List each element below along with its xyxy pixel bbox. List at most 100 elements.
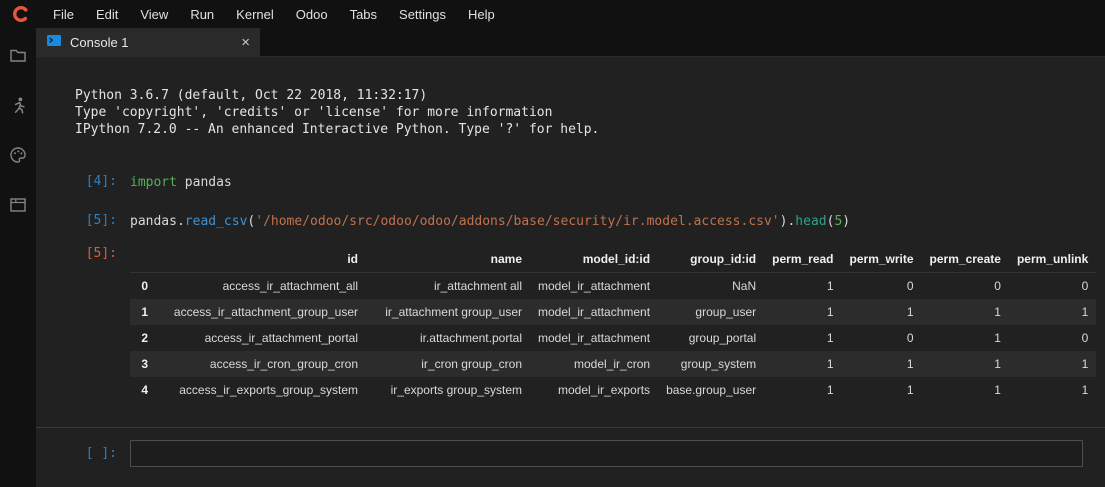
open-tabs-icon[interactable] xyxy=(3,188,33,222)
jupyterlab-window: FileEditViewRunKernelOdooTabsSettingsHel… xyxy=(0,0,1105,487)
table-cell: base.group_user xyxy=(658,377,764,403)
row-index-cell: 1 xyxy=(130,299,156,325)
console-panel: Python 3.6.7 (default, Oct 22 2018, 11:3… xyxy=(36,57,1105,487)
table-header-row: idnamemodel_id:idgroup_id:idperm_readper… xyxy=(130,246,1096,273)
table-cell: 1 xyxy=(922,299,1009,325)
input-prompt: [ ]: xyxy=(36,446,130,461)
table-cell: 1 xyxy=(1009,377,1096,403)
table-cell: access_ir_attachment_portal xyxy=(156,325,366,351)
table-cell: access_ir_cron_group_cron xyxy=(156,351,366,377)
table-cell: access_ir_attachment_all xyxy=(156,273,366,300)
table-row: 3access_ir_cron_group_cronir_cron group_… xyxy=(130,351,1096,377)
table-cell: ir_cron group_cron xyxy=(366,351,530,377)
table-cell: group_portal xyxy=(658,325,764,351)
column-header-perm-write: perm_write xyxy=(842,246,922,273)
dataframe-output: idnamemodel_id:idgroup_id:idperm_readper… xyxy=(130,246,1096,403)
column-header-perm-unlink: perm_unlink xyxy=(1009,246,1096,273)
table-cell: 1 xyxy=(764,325,841,351)
menu-item-help[interactable]: Help xyxy=(457,0,506,28)
table-cell: 1 xyxy=(922,351,1009,377)
table-row: 0access_ir_attachment_allir_attachment a… xyxy=(130,273,1096,300)
dataframe-table: idnamemodel_id:idgroup_id:idperm_readper… xyxy=(130,246,1096,403)
code-token: pandas. xyxy=(130,214,185,229)
row-index-cell: 4 xyxy=(130,377,156,403)
column-header-name: name xyxy=(366,246,530,273)
table-cell: 0 xyxy=(1009,325,1096,351)
menu-item-view[interactable]: View xyxy=(129,0,179,28)
tab-console-1[interactable]: Console 1 × xyxy=(36,28,260,56)
console-cell: [5]:pandas.read_csv('/home/odoo/src/odoo… xyxy=(36,213,1105,230)
table-cell: 1 xyxy=(842,351,922,377)
code-token: ). xyxy=(780,214,796,229)
table-row: 1access_ir_attachment_group_userir_attac… xyxy=(130,299,1096,325)
row-index-cell: 3 xyxy=(130,351,156,377)
menu-item-edit[interactable]: Edit xyxy=(85,0,129,28)
input-divider xyxy=(36,427,1105,428)
command-palette-icon[interactable] xyxy=(3,138,33,172)
column-header-group-id-id: group_id:id xyxy=(658,246,764,273)
code-token: ) xyxy=(842,214,850,229)
table-cell: 1 xyxy=(922,377,1009,403)
row-index-cell: 0 xyxy=(130,273,156,300)
code-line: import pandas xyxy=(130,174,232,191)
table-cell: model_ir_cron xyxy=(530,351,658,377)
column-header-perm-create: perm_create xyxy=(922,246,1009,273)
tab-bar: Console 1 × xyxy=(36,28,1105,57)
table-cell: 0 xyxy=(842,273,922,300)
table-cell: ir_exports group_system xyxy=(366,377,530,403)
table-cell: 1 xyxy=(1009,351,1096,377)
banner-line: IPython 7.2.0 -- An enhanced Interactive… xyxy=(75,121,1105,138)
table-cell: model_ir_attachment xyxy=(530,273,658,300)
window-body: Console 1 × Python 3.6.7 (default, Oct 2… xyxy=(0,28,1105,487)
table-cell: NaN xyxy=(658,273,764,300)
main-area: Console 1 × Python 3.6.7 (default, Oct 2… xyxy=(36,28,1105,487)
console-icon xyxy=(46,33,62,51)
code-line: pandas.read_csv('/home/odoo/src/odoo/odo… xyxy=(130,213,850,230)
table-cell: model_ir_attachment xyxy=(530,299,658,325)
console-cells: [4]:import pandas [5]:pandas.read_csv('/h… xyxy=(36,152,1105,230)
cell-input-prompt: [4]: xyxy=(36,174,130,189)
code-token: import xyxy=(130,175,177,190)
menu-item-odoo[interactable]: Odoo xyxy=(285,0,339,28)
tab-close-icon[interactable]: × xyxy=(241,35,250,50)
column-header-model-id-id: model_id:id xyxy=(530,246,658,273)
python-banner: Python 3.6.7 (default, Oct 22 2018, 11:3… xyxy=(36,87,1105,138)
table-cell: ir.attachment.portal xyxy=(366,325,530,351)
table-row: 2access_ir_attachment_portalir.attachmen… xyxy=(130,325,1096,351)
menu-bar: FileEditViewRunKernelOdooTabsSettingsHel… xyxy=(0,0,1105,28)
banner-line: Type 'copyright', 'credits' or 'license'… xyxy=(75,104,1105,121)
menu-item-settings[interactable]: Settings xyxy=(388,0,457,28)
menu-item-kernel[interactable]: Kernel xyxy=(225,0,285,28)
table-cell: ir_attachment group_user xyxy=(366,299,530,325)
input-area: [ ]: xyxy=(36,440,1105,467)
table-cell: group_system xyxy=(658,351,764,377)
table-cell: 0 xyxy=(1009,273,1096,300)
left-sidebar xyxy=(0,28,36,487)
index-header-cell xyxy=(130,246,156,273)
table-cell: 1 xyxy=(764,377,841,403)
output-area: [5]: idnamemodel_id:idgroup_id:idperm_re… xyxy=(36,246,1105,403)
table-cell: model_ir_exports xyxy=(530,377,658,403)
table-cell: 1 xyxy=(922,325,1009,351)
table-cell: access_ir_exports_group_system xyxy=(156,377,366,403)
banner-line: Python 3.6.7 (default, Oct 22 2018, 11:3… xyxy=(75,87,1105,104)
table-row: 4access_ir_exports_group_systemir_export… xyxy=(130,377,1096,403)
running-sessions-icon[interactable] xyxy=(3,88,33,122)
column-header-perm-read: perm_read xyxy=(764,246,841,273)
code-token: head xyxy=(795,214,826,229)
table-cell: model_ir_attachment xyxy=(530,325,658,351)
file-browser-icon[interactable] xyxy=(3,38,33,72)
menu-item-tabs[interactable]: Tabs xyxy=(339,0,388,28)
console-code-input[interactable] xyxy=(130,440,1083,467)
table-cell: 1 xyxy=(842,377,922,403)
code-token: pandas xyxy=(177,175,232,190)
table-cell: 1 xyxy=(1009,299,1096,325)
console-cell: [4]:import pandas xyxy=(36,174,1105,191)
menu-item-run[interactable]: Run xyxy=(179,0,225,28)
table-cell: 0 xyxy=(842,325,922,351)
menu-item-file[interactable]: File xyxy=(42,0,85,28)
tab-title: Console 1 xyxy=(70,35,129,50)
output-prompt: [5]: xyxy=(36,246,130,261)
column-header-id: id xyxy=(156,246,366,273)
row-index-cell: 2 xyxy=(130,325,156,351)
